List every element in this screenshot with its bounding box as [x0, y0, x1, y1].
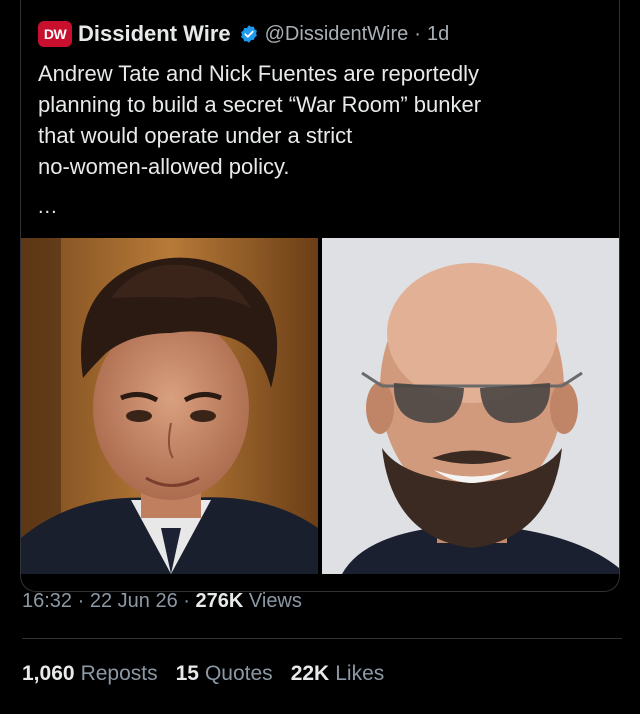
tweet-meta: 16:32 · 22 Jun 26 · 276K Views [22, 590, 302, 613]
display-name[interactable]: Dissident Wire [78, 21, 231, 47]
quotes-count: 15 [175, 662, 199, 685]
divider [22, 638, 622, 639]
photo-left[interactable] [21, 238, 318, 574]
post-date[interactable]: 22 Jun 26 [90, 590, 178, 612]
tweet-text: Andrew Tate and Nick Fuentes are reporte… [38, 61, 482, 179]
likes-count: 22K [290, 662, 330, 685]
more-ellipsis[interactable]: ... [38, 196, 58, 219]
engagement-stats: 1,060 Reposts 15 Quotes 22K Likes [22, 662, 384, 686]
meta-separator: · [77, 590, 85, 612]
separator-dot: · [414, 22, 421, 45]
handle[interactable]: @DissidentWire [265, 23, 409, 46]
reposts-count: 1,060 [22, 662, 75, 685]
verified-badge-icon [239, 24, 259, 44]
media-grid[interactable] [21, 238, 619, 574]
reposts-label: Reposts [80, 662, 158, 685]
quotes-label: Quotes [204, 662, 273, 685]
post-age[interactable]: 1d [427, 23, 449, 46]
tweet-header: DW Dissident Wire @DissidentWire · 1d [38, 18, 449, 50]
post-time[interactable]: 16:32 [22, 590, 72, 612]
meta-separator: · [183, 590, 190, 612]
reposts-stat[interactable]: 1,060 Reposts [22, 662, 158, 686]
quotes-stat[interactable]: 15 Quotes [176, 662, 273, 686]
views-label: Views [248, 590, 302, 612]
photo-right[interactable] [322, 238, 619, 574]
likes-label: Likes [335, 662, 385, 685]
views-count[interactable]: 276K [196, 590, 244, 612]
avatar[interactable]: DW [38, 21, 72, 47]
likes-stat[interactable]: 22K Likes [291, 662, 385, 686]
